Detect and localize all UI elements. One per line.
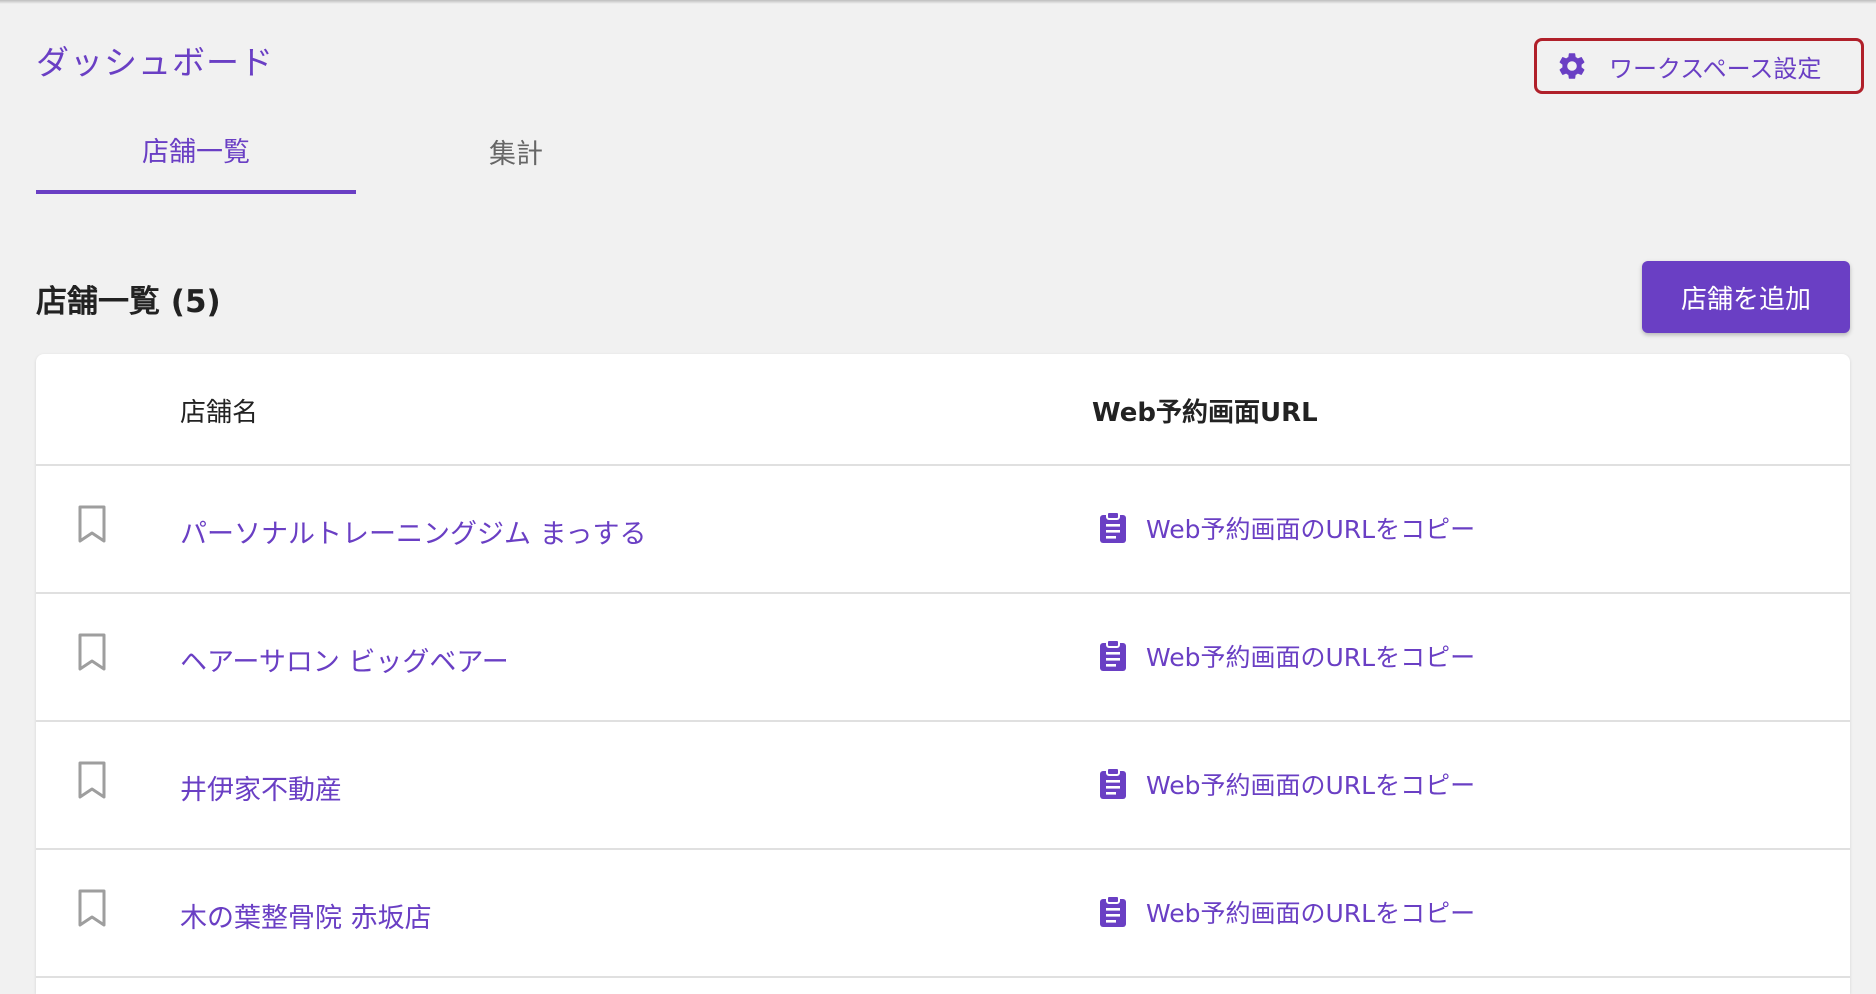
bookmark-icon[interactable] <box>76 632 108 672</box>
copy-url-label: Web予約画面のURLをコピー <box>1146 515 1476 544</box>
table-row: パーソナルトレーニングジム まっする Web予約画面のURLをコピー <box>36 466 1850 594</box>
table-row: 井伊家不動産 Web予約画面のURLをコピー <box>36 722 1850 850</box>
clipboard-icon <box>1098 511 1128 545</box>
bookmark-icon[interactable] <box>76 888 108 928</box>
store-name-link[interactable]: パーソナルトレーニングジム まっする <box>180 512 647 551</box>
top-shadow <box>0 0 1876 4</box>
column-header-store-name: 店舗名 <box>180 398 259 428</box>
workspace-settings-label: ワークスペース設定 <box>1609 54 1822 83</box>
clipboard-icon <box>1098 895 1128 929</box>
copy-url-button[interactable]: Web予約画面のURLをコピー <box>1098 894 1475 930</box>
copy-url-button[interactable]: Web予約画面のURLをコピー <box>1098 766 1475 802</box>
table-header: 店舗名 Web予約画面URL <box>36 354 1850 466</box>
copy-url-label: Web予約画面のURLをコピー <box>1146 899 1476 928</box>
table-row: 木の葉整骨院 赤坂店 Web予約画面のURLをコピー <box>36 850 1850 978</box>
clipboard-icon <box>1098 639 1128 673</box>
column-header-web-url: Web予約画面URL <box>1092 398 1318 428</box>
section-title: 店舗一覧 (5) <box>36 284 221 320</box>
bookmark-icon[interactable] <box>76 760 108 800</box>
copy-url-label: Web予約画面のURLをコピー <box>1146 771 1476 800</box>
store-name-link[interactable]: ヘアーサロン ビッグベアー <box>180 640 509 679</box>
table-row: ヘアーサロン ビッグベアー Web予約画面のURLをコピー <box>36 594 1850 722</box>
store-name-link[interactable]: 井伊家不動産 <box>180 768 342 807</box>
copy-url-label: Web予約画面のURLをコピー <box>1146 643 1476 672</box>
store-name-link[interactable]: 木の葉整骨院 赤坂店 <box>180 896 432 935</box>
copy-url-button[interactable]: Web予約画面のURLをコピー <box>1098 638 1475 674</box>
copy-url-button[interactable]: Web予約画面のURLをコピー <box>1098 510 1475 546</box>
workspace-settings-button[interactable]: ワークスペース設定 <box>1534 38 1864 94</box>
tab-summary[interactable]: 集計 <box>356 108 676 194</box>
page-title: ダッシュボード <box>36 43 274 82</box>
tab-store-list[interactable]: 店舗一覧 <box>36 108 356 194</box>
gear-icon <box>1555 49 1589 83</box>
add-store-button[interactable]: 店舗を追加 <box>1642 261 1850 333</box>
bookmark-icon[interactable] <box>76 504 108 544</box>
clipboard-icon <box>1098 767 1128 801</box>
store-table: 店舗名 Web予約画面URL パーソナルトレーニングジム まっする Web予約画… <box>36 354 1850 994</box>
tab-bar: 店舗一覧 集計 <box>36 108 676 194</box>
